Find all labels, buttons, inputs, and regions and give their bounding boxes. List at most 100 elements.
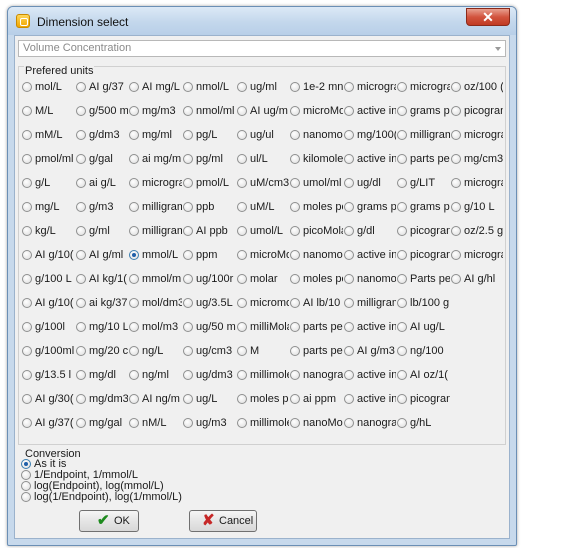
radio-button[interactable]: [76, 298, 86, 308]
radio-button[interactable]: [344, 130, 354, 140]
radio-button[interactable]: [237, 274, 247, 284]
unit-option[interactable]: nM/L: [129, 416, 182, 430]
unit-option[interactable]: g/LIT: [397, 176, 450, 190]
radio-button[interactable]: [237, 154, 247, 164]
radio-button[interactable]: [344, 226, 354, 236]
radio-button[interactable]: [22, 274, 32, 284]
unit-option[interactable]: picogran: [397, 248, 450, 262]
unit-option[interactable]: mg/ml: [129, 128, 182, 142]
radio-button[interactable]: [183, 370, 193, 380]
unit-option[interactable]: ppm: [183, 248, 236, 262]
unit-option[interactable]: pg/L: [183, 128, 236, 142]
unit-option[interactable]: g/100ml: [22, 344, 75, 358]
radio-button[interactable]: [344, 370, 354, 380]
radio-button[interactable]: [22, 418, 32, 428]
unit-option[interactable]: molar: [237, 272, 289, 286]
radio-button[interactable]: [237, 346, 247, 356]
unit-option[interactable]: kilomole: [290, 152, 343, 166]
unit-option[interactable]: micrograr: [344, 80, 396, 94]
unit-option[interactable]: AI g/10(: [22, 296, 75, 310]
radio-button[interactable]: [129, 250, 139, 260]
radio-button[interactable]: [237, 298, 247, 308]
unit-option[interactable]: milligram: [397, 128, 450, 142]
radio-button[interactable]: [76, 130, 86, 140]
unit-option[interactable]: g/m3: [76, 200, 128, 214]
radio-button[interactable]: [397, 226, 407, 236]
radio-button[interactable]: [344, 346, 354, 356]
unit-option[interactable]: ug/m3: [183, 416, 236, 430]
unit-option[interactable]: milligram: [344, 296, 396, 310]
unit-option[interactable]: mmol/m: [129, 272, 182, 286]
radio-button[interactable]: [290, 154, 300, 164]
unit-option[interactable]: micrograr: [451, 248, 503, 262]
unit-option[interactable]: ai ppm: [290, 392, 343, 406]
radio-button[interactable]: [183, 394, 193, 404]
unit-option[interactable]: ng/100: [397, 344, 450, 358]
radio-button[interactable]: [76, 178, 86, 188]
unit-option[interactable]: oz/100 (: [451, 80, 503, 94]
unit-option[interactable]: M: [237, 344, 289, 358]
radio-button[interactable]: [21, 481, 31, 491]
unit-option[interactable]: AI g/37: [76, 80, 128, 94]
radio-button[interactable]: [344, 274, 354, 284]
radio-button[interactable]: [237, 82, 247, 92]
radio-button[interactable]: [237, 178, 247, 188]
radio-button[interactable]: [129, 274, 139, 284]
radio-button[interactable]: [290, 130, 300, 140]
unit-option[interactable]: active in: [344, 368, 396, 382]
radio-button[interactable]: [22, 370, 32, 380]
unit-option[interactable]: mol/L: [22, 80, 75, 94]
radio-button[interactable]: [183, 226, 193, 236]
unit-option[interactable]: ul/L: [237, 152, 289, 166]
unit-option[interactable]: pg/ml: [183, 152, 236, 166]
unit-option[interactable]: AI ng/m: [129, 392, 182, 406]
radio-button[interactable]: [21, 459, 31, 469]
radio-button[interactable]: [183, 346, 193, 356]
unit-option[interactable]: mmol/L: [129, 248, 182, 262]
unit-option[interactable]: ug/ml: [237, 80, 289, 94]
unit-option[interactable]: nanomo: [344, 272, 396, 286]
radio-button[interactable]: [237, 250, 247, 260]
radio-button[interactable]: [290, 418, 300, 428]
radio-button[interactable]: [183, 202, 193, 212]
unit-option[interactable]: ug/L: [183, 392, 236, 406]
unit-option[interactable]: oz/2.5 g: [451, 224, 503, 238]
radio-button[interactable]: [76, 274, 86, 284]
radio-button[interactable]: [344, 154, 354, 164]
close-button[interactable]: ✕: [466, 8, 510, 26]
unit-option[interactable]: uM/cm3: [237, 176, 289, 190]
radio-button[interactable]: [290, 202, 300, 212]
radio-button[interactable]: [183, 298, 193, 308]
radio-button[interactable]: [22, 298, 32, 308]
unit-option[interactable]: grams p: [397, 104, 450, 118]
radio-button[interactable]: [76, 82, 86, 92]
unit-option[interactable]: nmol/L: [183, 80, 236, 94]
radio-button[interactable]: [397, 82, 407, 92]
radio-button[interactable]: [290, 226, 300, 236]
unit-option[interactable]: nanoMo: [290, 416, 343, 430]
unit-option[interactable]: ng/L: [129, 344, 182, 358]
unit-option[interactable]: mg/gal: [76, 416, 128, 430]
unit-option[interactable]: nanogra: [344, 416, 396, 430]
radio-button[interactable]: [76, 394, 86, 404]
unit-option[interactable]: microMo: [237, 248, 289, 262]
radio-button[interactable]: [22, 202, 32, 212]
radio-button[interactable]: [22, 130, 32, 140]
unit-option[interactable]: active in: [344, 320, 396, 334]
unit-option[interactable]: g/500 m: [76, 104, 128, 118]
radio-button[interactable]: [129, 322, 139, 332]
radio-button[interactable]: [129, 106, 139, 116]
radio-button[interactable]: [344, 322, 354, 332]
radio-button[interactable]: [237, 322, 247, 332]
radio-button[interactable]: [290, 82, 300, 92]
radio-button[interactable]: [129, 130, 139, 140]
radio-button[interactable]: [237, 106, 247, 116]
radio-button[interactable]: [397, 130, 407, 140]
radio-button[interactable]: [183, 250, 193, 260]
unit-option[interactable]: g/hL: [397, 416, 450, 430]
unit-option[interactable]: nanomo: [290, 128, 343, 142]
radio-button[interactable]: [76, 226, 86, 236]
unit-option[interactable]: g/100l: [22, 320, 75, 334]
radio-button[interactable]: [22, 346, 32, 356]
unit-option[interactable]: g/100 L: [22, 272, 75, 286]
